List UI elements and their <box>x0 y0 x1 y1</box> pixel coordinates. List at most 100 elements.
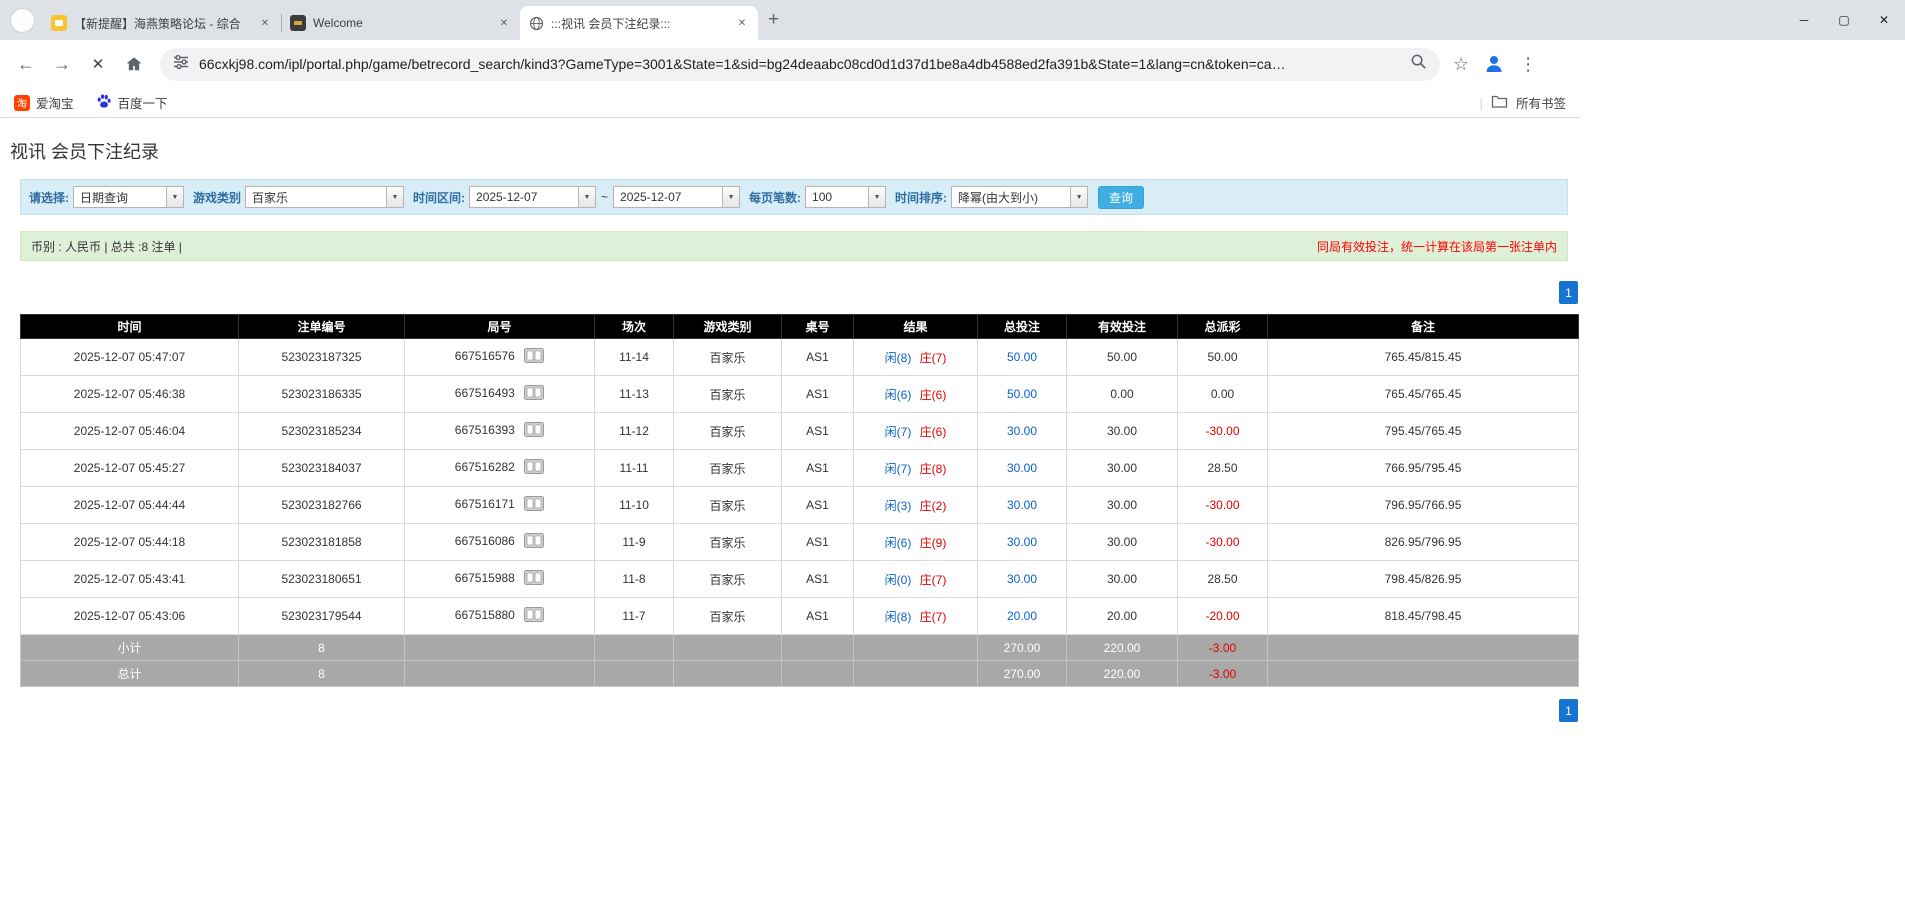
view-cards-icon[interactable] <box>524 533 544 551</box>
page-size-dropdown[interactable]: 100 ▼ <box>805 186 886 208</box>
taobao-icon: 淘 <box>14 95 30 111</box>
bookmark-taobao[interactable]: 淘 爱淘宝 <box>14 93 74 112</box>
cell-valid-bet: 20.00 <box>1067 598 1178 635</box>
site-info-icon[interactable] <box>173 54 189 75</box>
view-cards-icon[interactable] <box>524 348 544 366</box>
table-row: 2025-12-07 05:47:07 523023187325 6675165… <box>21 339 1579 376</box>
zoom-icon[interactable] <box>1410 53 1427 75</box>
table-body: 2025-12-07 05:47:07 523023187325 6675165… <box>21 339 1579 635</box>
date-range-label: 时间区间: <box>413 189 465 206</box>
search-button[interactable]: 查询 <box>1098 186 1144 209</box>
tab-title: 【新提醒】海燕策略论坛 - 综合 <box>74 15 250 32</box>
stop-loading-icon[interactable]: ✕ <box>80 46 116 82</box>
cell-result: 闲(3) 庄(2) <box>854 487 978 524</box>
select-type-label: 请选择: <box>29 189 69 206</box>
cell-table-no: AS1 <box>782 376 854 413</box>
total-bet-link[interactable]: 30.00 <box>978 524 1067 561</box>
view-cards-icon[interactable] <box>524 570 544 588</box>
chevron-down-icon[interactable]: ▼ <box>722 187 739 207</box>
cell-round: 667516576 <box>405 339 595 376</box>
sort-order-dropdown[interactable]: 降幂(由大到小) ▼ <box>951 186 1088 208</box>
page-content: 视讯 会员下注纪录 请选择: 日期查询 ▼ 游戏类别 百家乐 ▼ 时间区间: 2… <box>0 118 1568 722</box>
view-cards-icon[interactable] <box>524 385 544 403</box>
player-result: 闲(7) <box>885 462 912 476</box>
view-cards-icon[interactable] <box>524 607 544 625</box>
total-bet-link[interactable]: 30.00 <box>978 487 1067 524</box>
minimize-button[interactable]: ─ <box>1784 0 1824 40</box>
tab-close-icon[interactable]: ✕ <box>496 15 512 31</box>
cell-game-type: 百家乐 <box>674 524 782 561</box>
chevron-down-icon[interactable]: ▼ <box>868 187 885 207</box>
total-bet-link[interactable]: 50.00 <box>978 339 1067 376</box>
page-1-button[interactable]: 1 <box>1559 281 1578 304</box>
header-payout: 总派彩 <box>1178 315 1268 339</box>
valid-bet-notice-text: 同局有效投注，统一计算在该局第一张注单内 <box>1317 238 1557 255</box>
home-icon[interactable] <box>116 46 152 82</box>
cell-bet-id: 523023187325 <box>239 339 405 376</box>
tab-bet-records-active[interactable]: :::视讯 会员下注纪录::: ✕ <box>520 6 758 40</box>
cell-session: 11-14 <box>595 339 674 376</box>
profile-avatar[interactable] <box>1482 52 1506 76</box>
cell-payout: -20.00 <box>1178 598 1268 635</box>
back-icon[interactable]: ← <box>8 46 44 82</box>
cell-round: 667516171 <box>405 487 595 524</box>
url-text[interactable]: 66cxkj98.com/ipl/portal.php/game/betreco… <box>199 56 1410 72</box>
total-bet-link[interactable]: 30.00 <box>978 450 1067 487</box>
round-number: 667516086 <box>455 534 515 548</box>
cell-session: 11-9 <box>595 524 674 561</box>
cell-payout: -30.00 <box>1178 524 1268 561</box>
window-close-button[interactable]: ✕ <box>1864 0 1904 40</box>
chevron-down-icon[interactable]: ▼ <box>386 187 403 207</box>
bookmark-baidu[interactable]: 百度一下 <box>96 93 168 112</box>
cell-time: 2025-12-07 05:45:27 <box>21 450 239 487</box>
round-number: 667516393 <box>455 423 515 437</box>
cell-payout: 50.00 <box>1178 339 1268 376</box>
cell-bet-id: 523023186335 <box>239 376 405 413</box>
game-type-dropdown[interactable]: 百家乐 ▼ <box>245 186 404 208</box>
view-cards-icon[interactable] <box>524 496 544 514</box>
cell-game-type: 百家乐 <box>674 450 782 487</box>
bookmark-star-icon[interactable]: ☆ <box>1453 54 1469 75</box>
tab-close-icon[interactable]: ✕ <box>257 15 273 31</box>
query-type-dropdown[interactable]: 日期查询 ▼ <box>73 186 184 208</box>
sort-order-label: 时间排序: <box>895 189 947 206</box>
game-type-label: 游戏类别 <box>193 189 241 206</box>
total-count: 8 <box>239 661 405 687</box>
cell-table-no: AS1 <box>782 339 854 376</box>
chevron-down-icon[interactable]: ▼ <box>166 187 183 207</box>
header-valid-bet: 有效投注 <box>1067 315 1178 339</box>
page-1-button[interactable]: 1 <box>1559 699 1578 722</box>
maximize-button[interactable]: ▢ <box>1824 0 1864 40</box>
total-bet-link[interactable]: 20.00 <box>978 598 1067 635</box>
table-row: 2025-12-07 05:45:27 523023184037 6675162… <box>21 450 1579 487</box>
cell-game-type: 百家乐 <box>674 487 782 524</box>
browser-profile-bubble[interactable] <box>10 8 35 33</box>
subtotal-valid-bet: 220.00 <box>1067 635 1178 661</box>
view-cards-icon[interactable] <box>524 459 544 477</box>
round-number: 667516493 <box>455 386 515 400</box>
total-bet-link[interactable]: 50.00 <box>978 376 1067 413</box>
cell-bet-id: 523023184037 <box>239 450 405 487</box>
address-bar[interactable]: 66cxkj98.com/ipl/portal.php/game/betreco… <box>160 48 1440 81</box>
cell-time: 2025-12-07 05:46:04 <box>21 413 239 450</box>
view-cards-icon[interactable] <box>524 422 544 440</box>
cell-time: 2025-12-07 05:44:18 <box>21 524 239 561</box>
all-bookmarks-label[interactable]: 所有书签 <box>1516 93 1566 112</box>
tab-forum[interactable]: 【新提醒】海燕策略论坛 - 综合 ✕ <box>43 6 281 40</box>
total-bet-link[interactable]: 30.00 <box>978 413 1067 450</box>
date-to-picker[interactable]: 2025-12-07 ▼ <box>613 186 740 208</box>
date-from-picker[interactable]: 2025-12-07 ▼ <box>469 186 596 208</box>
footer-empty-cell <box>674 661 782 687</box>
browser-menu-icon[interactable]: ⋮ <box>1519 54 1537 75</box>
tab-close-icon[interactable]: ✕ <box>734 15 750 31</box>
total-bet-link[interactable]: 30.00 <box>978 561 1067 598</box>
baidu-paw-icon <box>96 93 112 112</box>
footer-empty-cell <box>595 635 674 661</box>
cell-result: 闲(6) 庄(9) <box>854 524 978 561</box>
new-tab-button[interactable]: + <box>768 9 779 31</box>
chevron-down-icon[interactable]: ▼ <box>1070 187 1087 207</box>
chevron-down-icon[interactable]: ▼ <box>578 187 595 207</box>
footer-empty-cell <box>405 661 595 687</box>
forward-icon[interactable]: → <box>44 46 80 82</box>
tab-welcome[interactable]: Welcome ✕ <box>282 6 520 40</box>
